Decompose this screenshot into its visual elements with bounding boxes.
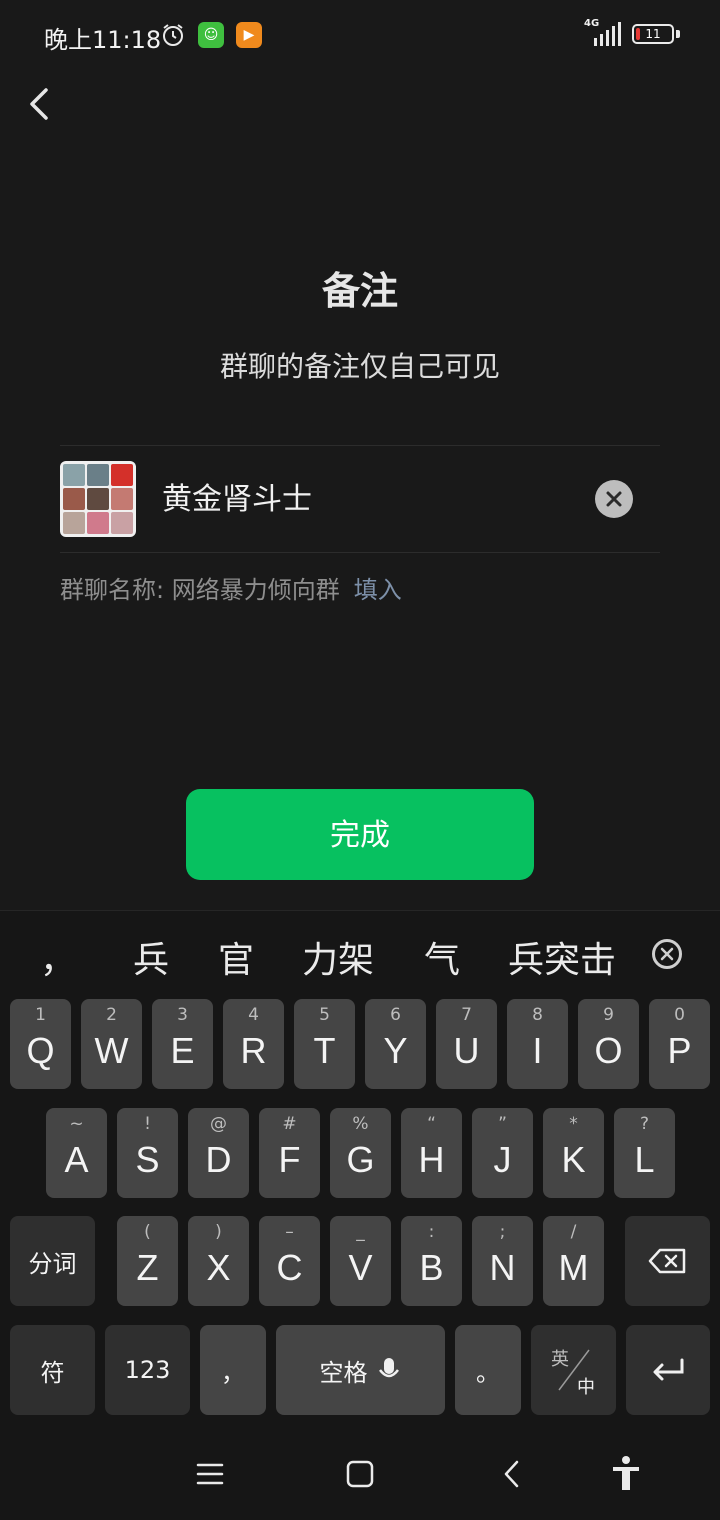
key-s[interactable]: ! S bbox=[117, 1108, 178, 1198]
close-icon bbox=[660, 947, 674, 961]
key-v[interactable]: _ V bbox=[330, 1216, 391, 1306]
key-l[interactable]: ? L bbox=[614, 1108, 675, 1198]
battery-level: 11 bbox=[645, 27, 661, 41]
fill-in-link[interactable]: 填入 bbox=[354, 576, 402, 604]
candidate-item[interactable]: 官 bbox=[218, 931, 254, 983]
keyboard: ， 兵 官 力架 气 兵突击 1Q 2W 3E 4R 5T 6Y 7U 8I 9… bbox=[0, 910, 720, 1431]
enter-icon bbox=[653, 1358, 684, 1381]
alarm-icon bbox=[163, 24, 183, 46]
key-d[interactable]: @ D bbox=[188, 1108, 249, 1198]
key-q[interactable]: 1Q bbox=[10, 999, 71, 1089]
enter-key[interactable] bbox=[626, 1325, 710, 1415]
home-icon bbox=[346, 1460, 374, 1488]
candidate-item[interactable]: 兵 bbox=[133, 931, 169, 983]
battery-icon: 11 bbox=[632, 24, 674, 44]
accessibility-button[interactable] bbox=[604, 1452, 648, 1496]
language-zh-label: 中 bbox=[577, 1377, 595, 1398]
key-w[interactable]: 2W bbox=[81, 999, 142, 1089]
key-x[interactable]: ) X bbox=[188, 1216, 249, 1306]
backspace-key[interactable] bbox=[625, 1216, 710, 1306]
back-icon bbox=[504, 1460, 519, 1488]
slash-divider bbox=[558, 1349, 590, 1391]
status-bar: 晚上11:18 ☺ ▶ 4G 11 bbox=[0, 0, 720, 72]
group-name-row: 群聊名称: 网络暴力倾向群 填入 bbox=[60, 570, 402, 605]
done-button[interactable]: 完成 bbox=[186, 789, 534, 880]
back-button[interactable] bbox=[18, 80, 62, 128]
space-label: 空格 bbox=[319, 1358, 368, 1387]
key-j[interactable]: ” J bbox=[472, 1108, 533, 1198]
app-notification-icon: ☺ bbox=[198, 22, 224, 48]
number-key[interactable]: 123 bbox=[105, 1325, 190, 1415]
comma-key[interactable]: ， bbox=[200, 1325, 266, 1415]
key-z[interactable]: (Z bbox=[117, 1216, 178, 1306]
microphone-icon bbox=[378, 1358, 399, 1378]
candidate-item[interactable]: 气 bbox=[424, 931, 460, 983]
avatar-cell bbox=[63, 488, 85, 510]
backspace-icon bbox=[648, 1248, 685, 1274]
menu-button[interactable] bbox=[188, 1452, 232, 1496]
divider bbox=[60, 552, 660, 553]
home-button[interactable] bbox=[338, 1452, 382, 1496]
split-word-key[interactable]: 分词 bbox=[10, 1216, 95, 1306]
avatar-cell bbox=[63, 512, 85, 534]
candidate-item[interactable]: 力架 bbox=[302, 931, 374, 983]
candidate-close-button[interactable] bbox=[652, 939, 682, 969]
back-chevron-icon bbox=[30, 88, 48, 120]
remark-input[interactable] bbox=[160, 476, 584, 524]
battery-cap bbox=[676, 30, 680, 38]
clear-icon bbox=[606, 491, 622, 507]
key-y[interactable]: 6Y bbox=[365, 999, 426, 1089]
key-h[interactable]: “H bbox=[401, 1108, 462, 1198]
menu-icon bbox=[196, 1463, 224, 1485]
key-k[interactable]: * K bbox=[543, 1108, 604, 1198]
key-u[interactable]: 7U bbox=[436, 999, 497, 1089]
key-a[interactable]: ~ A bbox=[46, 1108, 107, 1198]
avatar-cell bbox=[63, 464, 85, 486]
avatar-cell bbox=[111, 512, 133, 534]
key-t[interactable]: 5T bbox=[294, 999, 355, 1089]
divider bbox=[60, 445, 660, 446]
page-title: 备注 bbox=[321, 269, 398, 313]
key-n[interactable]: ; N bbox=[472, 1216, 533, 1306]
group-avatar bbox=[60, 461, 136, 537]
navigation-bar bbox=[0, 1430, 720, 1520]
key-f[interactable]: # F bbox=[259, 1108, 320, 1198]
candidate-item[interactable]: ， bbox=[40, 931, 76, 983]
key-b[interactable]: :B bbox=[401, 1216, 462, 1306]
key-m[interactable]: / M bbox=[543, 1216, 604, 1306]
page-subtitle: 群聊的备注仅自己可见 bbox=[219, 350, 500, 383]
nav-back-button[interactable] bbox=[490, 1452, 534, 1496]
key-i[interactable]: 8I bbox=[507, 999, 568, 1089]
avatar-cell bbox=[87, 488, 109, 510]
key-r[interactable]: 4R bbox=[223, 999, 284, 1089]
period-key[interactable]: 。 bbox=[455, 1325, 521, 1415]
candidate-item[interactable]: 兵突击 bbox=[508, 931, 616, 983]
space-key[interactable]: 空格 bbox=[276, 1325, 445, 1415]
accessibility-icon bbox=[613, 1456, 639, 1490]
language-switch-key[interactable]: 英 中 bbox=[531, 1325, 616, 1415]
clear-button[interactable] bbox=[595, 480, 633, 518]
signal-icon bbox=[594, 22, 621, 46]
key-o[interactable]: 9O bbox=[578, 999, 639, 1089]
avatar-cell bbox=[111, 464, 133, 486]
avatar-cell bbox=[111, 488, 133, 510]
key-p[interactable]: 0P bbox=[649, 999, 710, 1089]
avatar-cell bbox=[87, 464, 109, 486]
key-g[interactable]: % G bbox=[330, 1108, 391, 1198]
symbol-key[interactable]: 符 bbox=[10, 1325, 95, 1415]
avatar-cell bbox=[87, 512, 109, 534]
key-c[interactable]: – C bbox=[259, 1216, 320, 1306]
status-time: 晚上11:18 bbox=[44, 26, 162, 54]
video-app-icon: ▶ bbox=[236, 22, 262, 48]
key-e[interactable]: 3E bbox=[152, 999, 213, 1089]
candidate-bar: ， 兵 官 力架 气 兵突击 bbox=[0, 911, 720, 997]
group-name-label: 群聊名称: 网络暴力倾向群 bbox=[60, 576, 340, 604]
